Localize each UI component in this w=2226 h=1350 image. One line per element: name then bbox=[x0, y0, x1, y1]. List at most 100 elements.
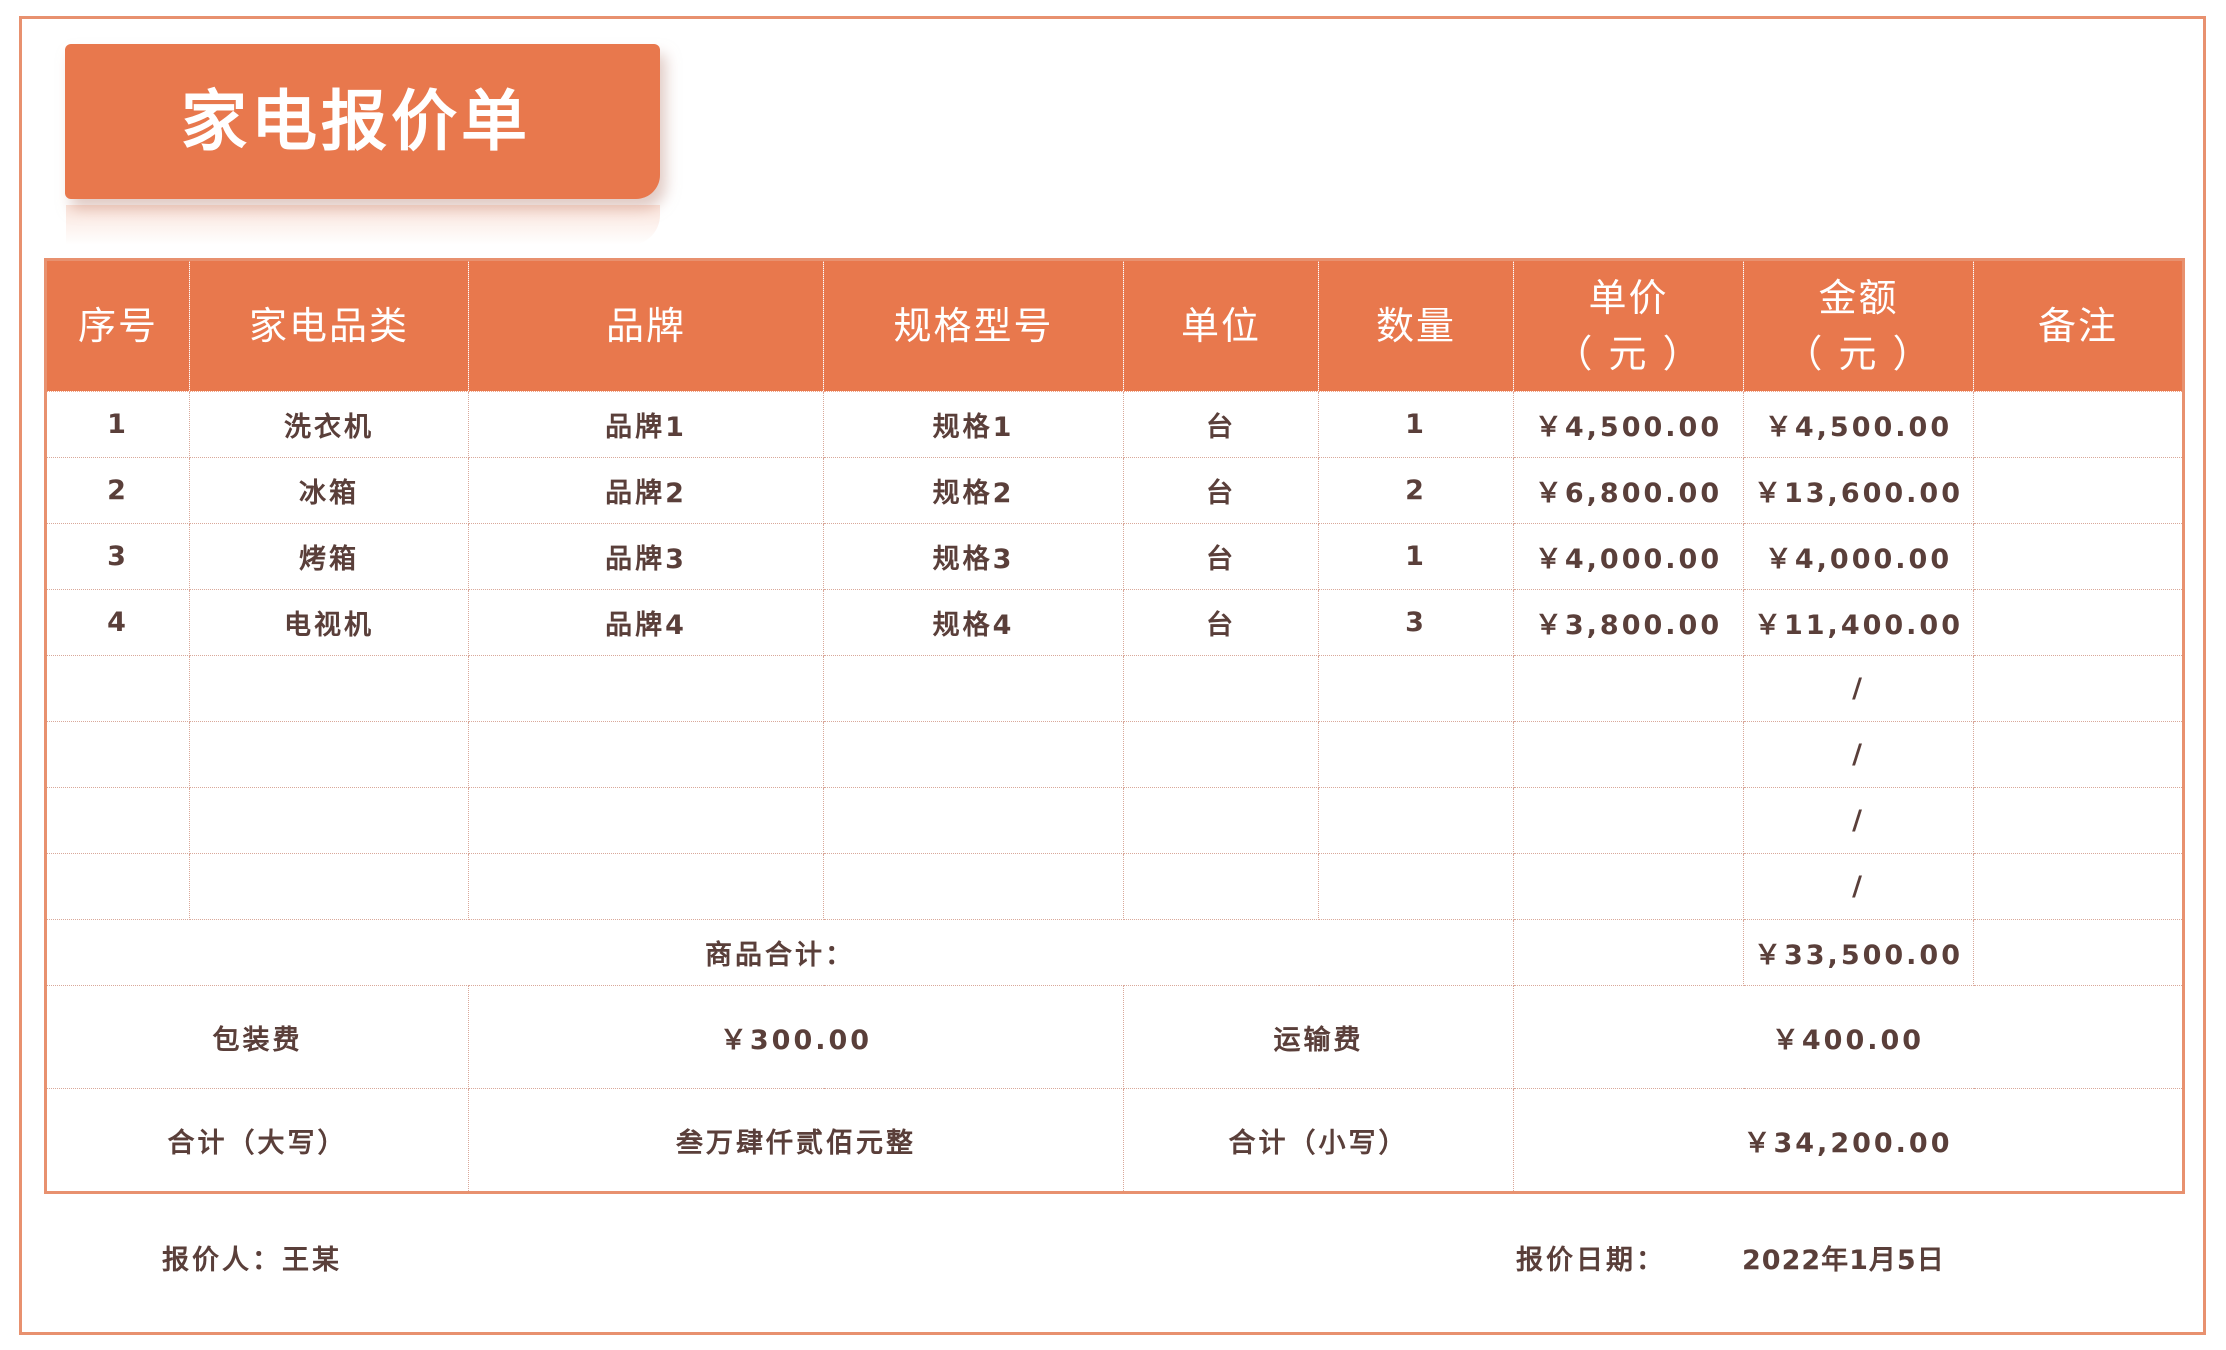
cell-unit[interactable]: 台 bbox=[1123, 589, 1319, 656]
cell-note[interactable] bbox=[1973, 457, 2184, 524]
cell-note[interactable] bbox=[1973, 391, 2184, 458]
subtotal-price-cell[interactable] bbox=[1513, 919, 1744, 986]
cell-note[interactable] bbox=[1973, 787, 2184, 854]
cell-category[interactable]: 洗衣机 bbox=[189, 391, 469, 458]
cell-category[interactable] bbox=[189, 787, 469, 854]
total-uppercase-label: 合计（大写） bbox=[45, 1088, 469, 1193]
shipping-fee-label: 运输费 bbox=[1123, 985, 1514, 1089]
cell-unit[interactable]: 台 bbox=[1123, 391, 1319, 458]
cell-seq[interactable]: 2 bbox=[45, 457, 190, 524]
cell-price[interactable] bbox=[1513, 853, 1744, 920]
cell-amount[interactable]: ￥4,500.00 bbox=[1743, 391, 1974, 458]
cell-qty[interactable]: 1 bbox=[1318, 391, 1514, 458]
cell-price[interactable]: ￥4,500.00 bbox=[1513, 391, 1744, 458]
shipping-fee-value[interactable]: ￥400.00 bbox=[1513, 985, 2184, 1089]
cell-category[interactable] bbox=[189, 655, 469, 722]
header-note: 备注 bbox=[1973, 259, 2184, 392]
subtotal-label: 商品合计： bbox=[45, 919, 1514, 986]
cell-qty[interactable] bbox=[1318, 853, 1514, 920]
cell-seq[interactable]: 4 bbox=[45, 589, 190, 656]
table-row: 3 烤箱 品牌3 规格3 台 1 ￥4,000.00 ￥4,000.00 bbox=[45, 523, 2184, 590]
quote-table: 序号 家电品类 品牌 规格型号 单位 数量 单价 （ 元 ） 金额 （ 元 ） … bbox=[44, 258, 2185, 1194]
cell-category[interactable]: 冰箱 bbox=[189, 457, 469, 524]
cell-category[interactable] bbox=[189, 721, 469, 788]
cell-price[interactable] bbox=[1513, 655, 1744, 722]
header-model: 规格型号 bbox=[823, 259, 1124, 392]
total-lowercase-value[interactable]: ￥34,200.00 bbox=[1513, 1088, 2184, 1193]
cell-amount[interactable]: / bbox=[1743, 853, 1974, 920]
cell-amount[interactable]: ￥4,000.00 bbox=[1743, 523, 1974, 590]
cell-seq[interactable]: 3 bbox=[45, 523, 190, 590]
page-title: 家电报价单 bbox=[65, 44, 660, 199]
cell-note[interactable] bbox=[1973, 853, 2184, 920]
cell-model[interactable] bbox=[823, 721, 1124, 788]
cell-seq[interactable] bbox=[45, 655, 190, 722]
header-category: 家电品类 bbox=[189, 259, 469, 392]
subtotal-row: 商品合计： ￥33,500.00 bbox=[45, 919, 2184, 986]
cell-model[interactable]: 规格1 bbox=[823, 391, 1124, 458]
cell-qty[interactable]: 3 bbox=[1318, 589, 1514, 656]
cell-qty[interactable]: 2 bbox=[1318, 457, 1514, 524]
cell-model[interactable] bbox=[823, 853, 1124, 920]
cell-brand[interactable] bbox=[468, 721, 824, 788]
cell-brand[interactable] bbox=[468, 853, 824, 920]
cell-amount[interactable]: / bbox=[1743, 787, 1974, 854]
subtotal-note-cell[interactable] bbox=[1973, 919, 2184, 986]
cell-qty[interactable] bbox=[1318, 787, 1514, 854]
cell-note[interactable] bbox=[1973, 721, 2184, 788]
cell-seq[interactable] bbox=[45, 853, 190, 920]
header-price: 单价 （ 元 ） bbox=[1513, 259, 1744, 392]
cell-brand[interactable]: 品牌1 bbox=[468, 391, 824, 458]
cell-seq[interactable] bbox=[45, 721, 190, 788]
cell-note[interactable] bbox=[1973, 655, 2184, 722]
fees-row: 包装费 ￥300.00 运输费 ￥400.00 bbox=[45, 985, 2184, 1089]
cell-brand[interactable]: 品牌4 bbox=[468, 589, 824, 656]
cell-category[interactable] bbox=[189, 853, 469, 920]
quote-date-value: 2022年1月5日 bbox=[1742, 1245, 1945, 1276]
table-row-empty: / bbox=[45, 853, 2184, 920]
cell-model[interactable]: 规格2 bbox=[823, 457, 1124, 524]
cell-category[interactable]: 烤箱 bbox=[189, 523, 469, 590]
title-reflection bbox=[66, 205, 660, 245]
cell-seq[interactable]: 1 bbox=[45, 391, 190, 458]
cell-amount[interactable]: / bbox=[1743, 655, 1974, 722]
cell-unit[interactable]: 台 bbox=[1123, 523, 1319, 590]
header-seq: 序号 bbox=[45, 259, 190, 392]
table-row: 2 冰箱 品牌2 规格2 台 2 ￥6,800.00 ￥13,600.00 bbox=[45, 457, 2184, 524]
cell-amount[interactable]: ￥13,600.00 bbox=[1743, 457, 1974, 524]
cell-price[interactable]: ￥3,800.00 bbox=[1513, 589, 1744, 656]
cell-unit[interactable] bbox=[1123, 787, 1319, 854]
cell-qty[interactable] bbox=[1318, 655, 1514, 722]
cell-note[interactable] bbox=[1973, 589, 2184, 656]
cell-seq[interactable] bbox=[45, 787, 190, 854]
cell-unit[interactable] bbox=[1123, 853, 1319, 920]
cell-unit[interactable]: 台 bbox=[1123, 457, 1319, 524]
cell-qty[interactable] bbox=[1318, 721, 1514, 788]
cell-brand[interactable]: 品牌3 bbox=[468, 523, 824, 590]
cell-model[interactable] bbox=[823, 787, 1124, 854]
cell-brand[interactable] bbox=[468, 787, 824, 854]
cell-brand[interactable] bbox=[468, 655, 824, 722]
cell-price[interactable] bbox=[1513, 787, 1744, 854]
cell-brand[interactable]: 品牌2 bbox=[468, 457, 824, 524]
cell-model[interactable]: 规格4 bbox=[823, 589, 1124, 656]
total-uppercase-value[interactable]: 叁万肆仟贰佰元整 bbox=[468, 1088, 1124, 1193]
cell-amount[interactable]: ￥11,400.00 bbox=[1743, 589, 1974, 656]
cell-amount[interactable]: / bbox=[1743, 721, 1974, 788]
cell-unit[interactable] bbox=[1123, 655, 1319, 722]
packing-fee-value[interactable]: ￥300.00 bbox=[468, 985, 1124, 1089]
cell-category[interactable]: 电视机 bbox=[189, 589, 469, 656]
cell-price[interactable]: ￥6,800.00 bbox=[1513, 457, 1744, 524]
table-row-empty: / bbox=[45, 721, 2184, 788]
cell-price[interactable]: ￥4,000.00 bbox=[1513, 523, 1744, 590]
cell-qty[interactable]: 1 bbox=[1318, 523, 1514, 590]
cell-price[interactable] bbox=[1513, 721, 1744, 788]
quote-date-label: 报价日期： bbox=[1516, 1245, 1666, 1276]
header-price-unit: （ 元 ） bbox=[1554, 332, 1703, 376]
subtotal-amount[interactable]: ￥33,500.00 bbox=[1743, 919, 1974, 986]
cell-model[interactable] bbox=[823, 655, 1124, 722]
cell-unit[interactable] bbox=[1123, 721, 1319, 788]
table-row: 1 洗衣机 品牌1 规格1 台 1 ￥4,500.00 ￥4,500.00 bbox=[45, 391, 2184, 458]
cell-note[interactable] bbox=[1973, 523, 2184, 590]
cell-model[interactable]: 规格3 bbox=[823, 523, 1124, 590]
